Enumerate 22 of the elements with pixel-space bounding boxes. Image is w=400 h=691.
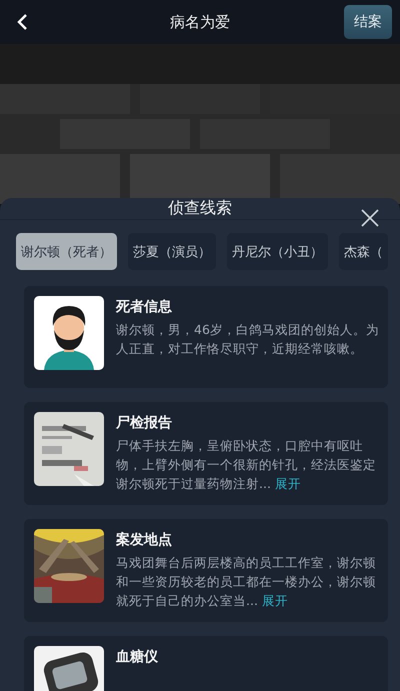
clue-title: 死者信息 bbox=[116, 298, 173, 316]
sheet-title: 侦查线索 bbox=[168, 198, 232, 219]
clue-card[interactable]: 尸检报告 尸体手扶左胸，呈俯卧状态，口腔中有呕吐物，上臂外侧有一个很新的针孔，经法医鉴定谢尔顿死于过量药物注射... 展开 bbox=[24, 402, 388, 505]
clue-description: 谢尔顿，男，46岁，白鸽马戏团的创始人。为人正直，对工作恪尽职守，近期经常咳嗽。 bbox=[116, 321, 380, 358]
clue-title: 案发地点 bbox=[116, 531, 173, 549]
page-title: 病名为爱 bbox=[170, 12, 230, 32]
expand-link[interactable]: 展开 bbox=[274, 476, 301, 491]
person-tab[interactable]: 莎夏（演员） bbox=[128, 233, 216, 270]
clue-title: 血糖仪 bbox=[116, 648, 158, 666]
clue-card[interactable]: 死者信息 谢尔顿，男，46岁，白鸽马戏团的创始人。为人正直，对工作恪尽职守，近期经常咳嗽。 bbox=[24, 286, 388, 388]
person-tab[interactable]: 丹尼尔（小丑） bbox=[227, 233, 328, 270]
avatar-icon bbox=[34, 296, 104, 370]
clue-card[interactable]: 血糖仪 bbox=[24, 636, 388, 691]
clue-description: 尸体手扶左胸，呈俯卧状态，口腔中有呕吐物，上臂外侧有一个很新的针孔，经法医鉴定谢尔顿死于过量药物注射... 展开 bbox=[116, 437, 377, 493]
clue-title: 尸检报告 bbox=[116, 414, 173, 432]
person-tab[interactable]: 谢尔顿（死者） bbox=[16, 233, 117, 270]
close-case-button[interactable]: 结案 bbox=[344, 5, 392, 39]
close-icon[interactable] bbox=[360, 208, 380, 228]
clue-description: 马戏团舞台后两层楼高的员工工作室，谢尔顿和一些资历较老的员工都在一楼办公，谢尔顿就死于自己的办公室当... 展开 bbox=[116, 554, 377, 610]
person-tab[interactable]: 杰森（ bbox=[339, 233, 388, 270]
expand-link[interactable]: 展开 bbox=[262, 593, 288, 608]
clue-card[interactable]: 案发地点 马戏团舞台后两层楼高的员工工作室，谢尔顿和一些资历较老的员工都在一楼办公，谢尔顿就死于自己的办公室当... 展开 bbox=[24, 519, 388, 622]
